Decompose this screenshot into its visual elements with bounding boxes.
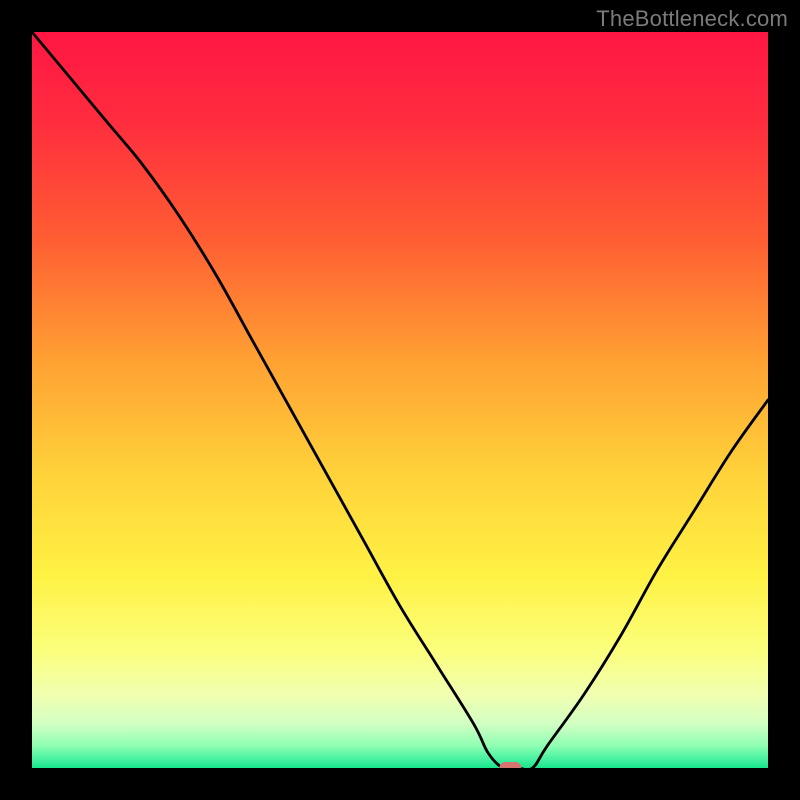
gradient-background — [32, 32, 768, 768]
chart-container: TheBottleneck.com — [0, 0, 800, 800]
optimal-marker — [499, 762, 521, 768]
bottleneck-chart — [32, 32, 768, 768]
watermark-text: TheBottleneck.com — [596, 6, 788, 32]
